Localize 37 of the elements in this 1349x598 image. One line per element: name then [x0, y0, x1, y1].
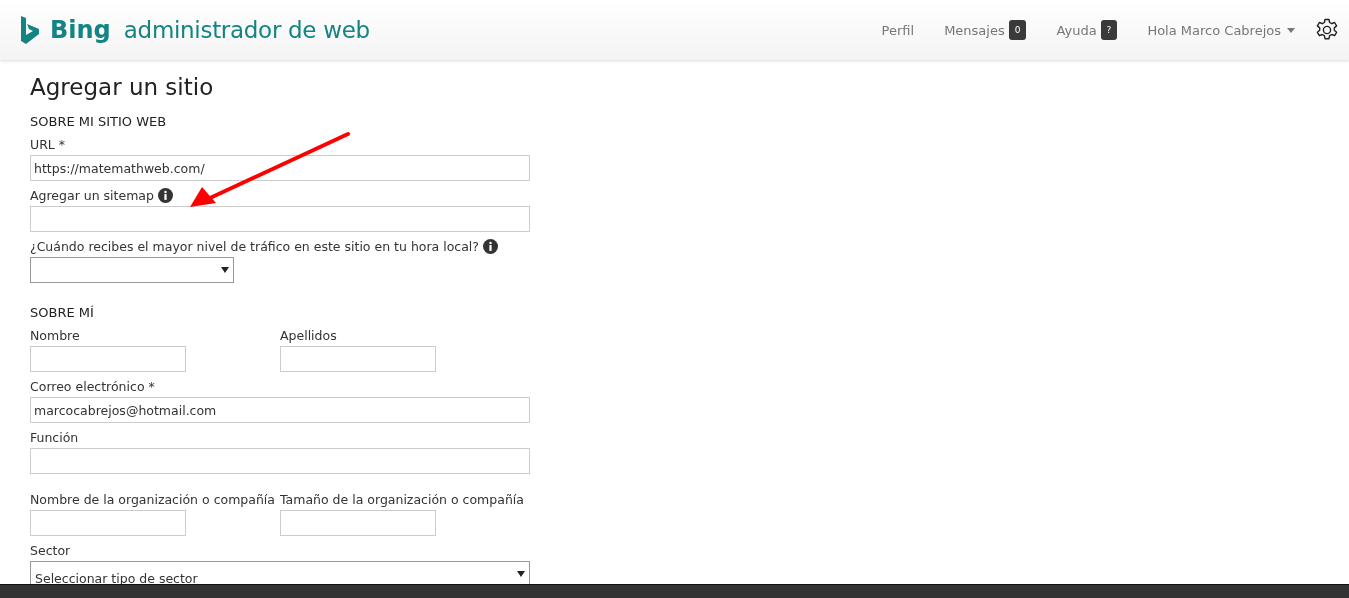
nav-link[interactable]: Mensajes [944, 22, 1005, 38]
text-field[interactable]: https://matemathweb.com/ [30, 155, 530, 181]
user-menu[interactable]: Hola Marco Cabrejos [1147, 22, 1295, 38]
field-label: Apellidos [280, 327, 337, 343]
caret-icon [517, 571, 525, 577]
field-label: Correo electrónico * [30, 378, 155, 394]
logo-text: Bing [50, 16, 111, 44]
text-field[interactable] [30, 206, 530, 232]
page-title: Agregar un sitio [30, 74, 215, 100]
caret-icon [221, 267, 229, 273]
section-heading: SOBRE MI SITIO WEB [30, 114, 168, 129]
field-label: Sector [30, 542, 71, 558]
settings-icon[interactable] [1315, 18, 1339, 42]
caret-icon [1287, 27, 1295, 33]
text-field[interactable] [30, 448, 530, 474]
field-label: Agregar un sitemap [30, 187, 154, 203]
field-label: Nombre de la organización o compañía [30, 491, 275, 507]
bing-logo-icon [19, 15, 41, 45]
count-badge: 0 [1008, 20, 1027, 40]
field-label: Nombre [30, 327, 80, 343]
text-field[interactable] [30, 510, 186, 536]
field-label: ¿Cuándo recibes el mayor nivel de tráfico en este sitio en tu hora local? [30, 238, 479, 254]
site-subtitle: administrador de web [123, 17, 370, 43]
count-badge: ? [1100, 20, 1118, 40]
field-label: URL * [30, 136, 66, 152]
text-field[interactable] [30, 346, 186, 372]
info-icon[interactable] [483, 238, 498, 254]
nav-link[interactable]: Perfil [881, 22, 915, 38]
info-icon[interactable] [157, 187, 173, 203]
section-heading: SOBRE MÍ [30, 305, 95, 320]
dropdown[interactable] [30, 257, 234, 283]
field-label: Función [30, 429, 79, 445]
field-label: Tamaño de la organización o compañía [280, 491, 524, 507]
text-field[interactable] [280, 346, 436, 372]
text-field[interactable] [280, 510, 436, 536]
text-field[interactable]: marcocabrejos@hotmail.com [30, 397, 530, 423]
nav-link[interactable]: Ayuda [1056, 22, 1097, 38]
